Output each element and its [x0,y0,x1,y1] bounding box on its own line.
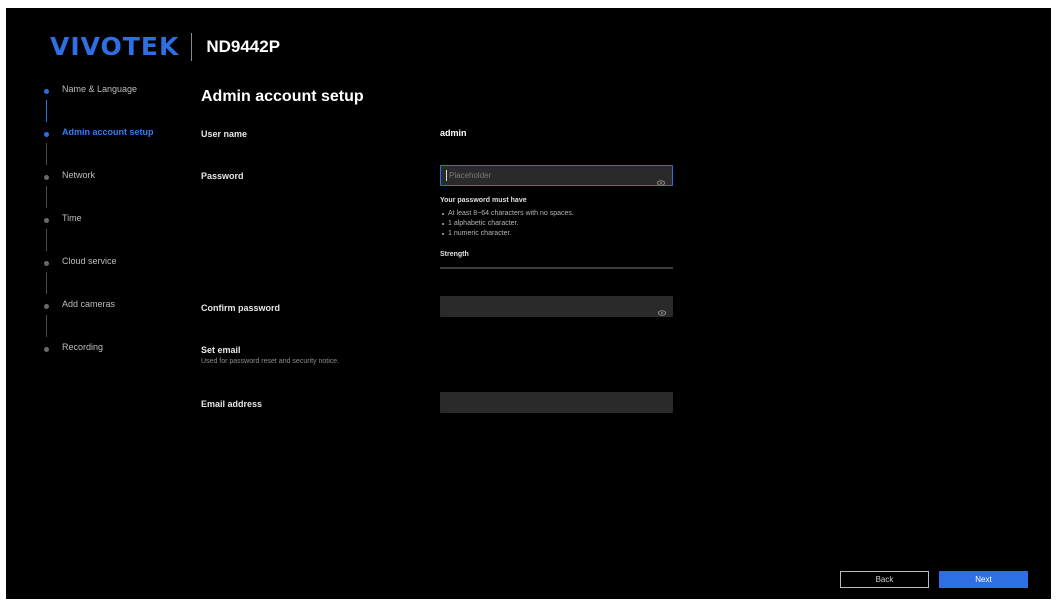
step-dot-icon [44,175,49,180]
step-connector [46,143,47,165]
header: VIVOTEK ND9442P [50,32,280,61]
password-label: Password [201,171,244,181]
set-email-description: Used for password reset and security not… [201,358,340,365]
step-label: Time [62,213,82,223]
step-connector [46,186,47,208]
text-caret [446,170,447,181]
model-name: ND9442P [206,36,281,56]
username-label: User name [201,129,248,139]
brand-logo: VIVOTEK [50,32,180,61]
step-connector [46,100,47,122]
eye-icon[interactable] [657,303,667,321]
username-value: admin [440,128,467,138]
confirm-password-label: Confirm password [201,303,281,313]
step-add-cameras[interactable]: Add cameras [44,299,194,342]
eye-icon[interactable] [656,173,666,191]
step-label: Add cameras [62,299,116,309]
setup-stepper: Name & Language Admin account setup Netw… [44,84,194,385]
step-connector [46,229,47,251]
password-rules-list: At least 8~64 characters with no spaces.… [440,209,574,239]
password-strength-bar [440,267,673,269]
password-rules-title: Your password must have [440,197,527,204]
page-title: Admin account setup [201,88,364,105]
confirm-password-input[interactable] [440,296,673,317]
step-label: Network [62,170,96,180]
step-dot-icon [44,347,49,352]
password-placeholder: Placeholder [449,171,492,180]
step-cloud-service[interactable]: Cloud service [44,256,194,299]
step-recording[interactable]: Recording [44,342,194,385]
strength-label: Strength [440,251,469,258]
email-address-label: Email address [201,399,263,409]
step-dot-icon [44,218,49,223]
step-dot-icon [44,261,49,266]
step-connector [46,272,47,294]
set-email-label: Set email [201,345,241,355]
step-label: Cloud service [62,256,117,266]
step-admin-account-setup[interactable]: Admin account setup [44,127,194,170]
password-rule: 1 numeric character. [440,229,574,239]
password-input[interactable]: Placeholder [440,165,673,186]
next-button[interactable]: Next [939,571,1028,588]
step-time[interactable]: Time [44,213,194,256]
step-dot-icon [44,89,49,94]
step-dot-icon [44,304,49,309]
password-rule: At least 8~64 characters with no spaces. [440,209,574,219]
step-label: Admin account setup [62,127,154,137]
step-dot-icon [44,132,49,137]
setup-wizard-screen: VIVOTEK ND9442P Name & Language Admin ac… [6,8,1051,599]
step-network[interactable]: Network [44,170,194,213]
password-rule: 1 alphabetic character. [440,219,574,229]
step-label: Recording [62,342,104,352]
back-button[interactable]: Back [840,571,929,588]
email-address-input[interactable] [440,392,673,413]
header-divider [191,32,193,61]
step-label: Name & Language [62,84,138,94]
step-connector [46,315,47,337]
step-name-language[interactable]: Name & Language [44,84,194,127]
